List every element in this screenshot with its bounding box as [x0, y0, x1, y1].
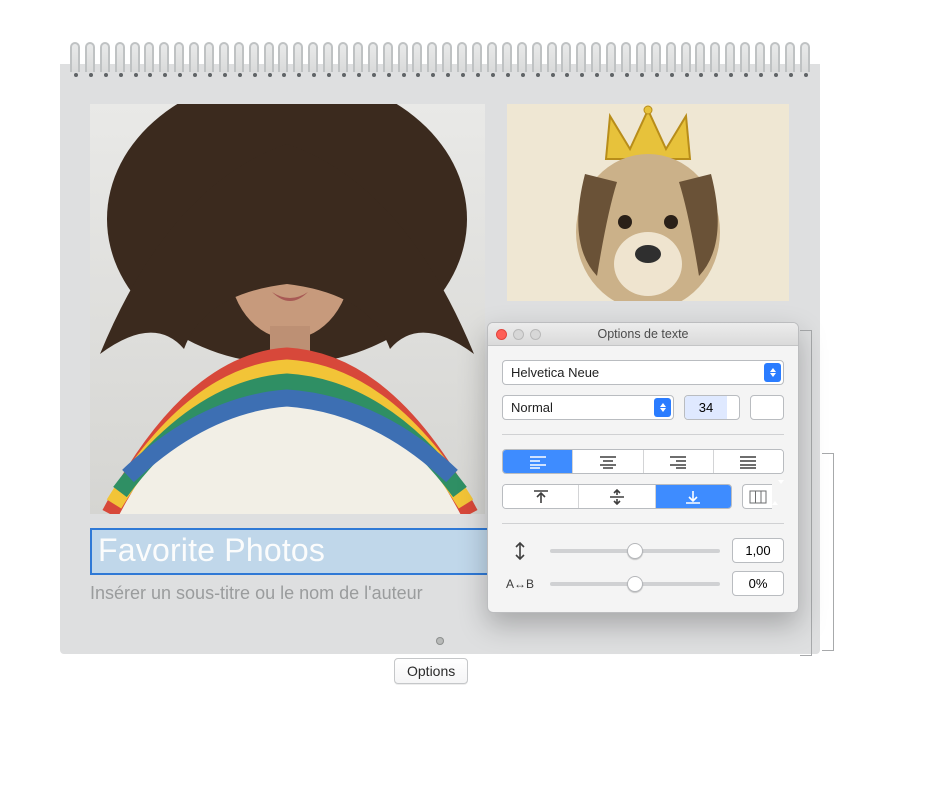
text-options-panel: Options de texte Helvetica Neue Normal — [487, 322, 799, 613]
stepper-caret-icon — [727, 396, 739, 419]
text-color-swatch[interactable] — [750, 395, 784, 420]
close-icon[interactable] — [496, 329, 507, 340]
valign-top-icon — [532, 489, 550, 505]
tracking-value[interactable]: 0% — [732, 571, 784, 596]
valign-top-button[interactable] — [503, 485, 579, 508]
valign-bottom-icon — [684, 489, 702, 505]
stepper-caret-icon — [764, 363, 781, 382]
options-button[interactable]: Options — [394, 658, 468, 684]
columns-icon — [749, 490, 767, 504]
align-justify-icon — [738, 455, 758, 469]
font-family-value: Helvetica Neue — [511, 365, 599, 380]
align-left-button[interactable] — [503, 450, 573, 473]
valign-middle-button[interactable] — [579, 485, 655, 508]
panel-titlebar: Options de texte — [488, 323, 798, 346]
tracking-slider[interactable] — [550, 574, 720, 594]
align-center-button[interactable] — [573, 450, 643, 473]
align-right-button[interactable] — [644, 450, 714, 473]
font-weight-select[interactable]: Normal — [502, 395, 674, 420]
align-right-icon — [668, 455, 688, 469]
zoom-icon — [530, 329, 541, 340]
stepper-caret-icon — [772, 484, 784, 509]
callout-bracket — [822, 453, 834, 651]
horizontal-align-segment[interactable] — [502, 449, 784, 474]
valign-middle-icon — [608, 489, 626, 505]
photo-secondary[interactable] — [507, 104, 789, 301]
font-size-input[interactable] — [685, 396, 727, 419]
valign-bottom-button[interactable] — [656, 485, 731, 508]
columns-popup[interactable] — [742, 484, 784, 509]
line-spacing-slider[interactable] — [550, 541, 720, 561]
divider — [502, 523, 784, 524]
tracking-label: A↔B — [502, 577, 538, 591]
photo-main[interactable] — [90, 104, 485, 514]
font-weight-value: Normal — [511, 400, 553, 415]
minimize-icon — [513, 329, 524, 340]
divider — [502, 434, 784, 435]
stepper-caret-icon — [654, 398, 671, 417]
callout-bracket — [800, 330, 812, 656]
align-left-icon — [528, 455, 548, 469]
font-size-stepper[interactable] — [684, 395, 740, 420]
line-spacing-value[interactable]: 1,00 — [732, 538, 784, 563]
page-handle[interactable] — [436, 637, 444, 645]
align-justify-button[interactable] — [714, 450, 783, 473]
font-family-select[interactable]: Helvetica Neue — [502, 360, 784, 385]
spiral-binding — [60, 42, 820, 72]
align-center-icon — [598, 455, 618, 469]
vertical-align-segment[interactable] — [502, 484, 732, 509]
line-spacing-icon — [502, 541, 538, 561]
